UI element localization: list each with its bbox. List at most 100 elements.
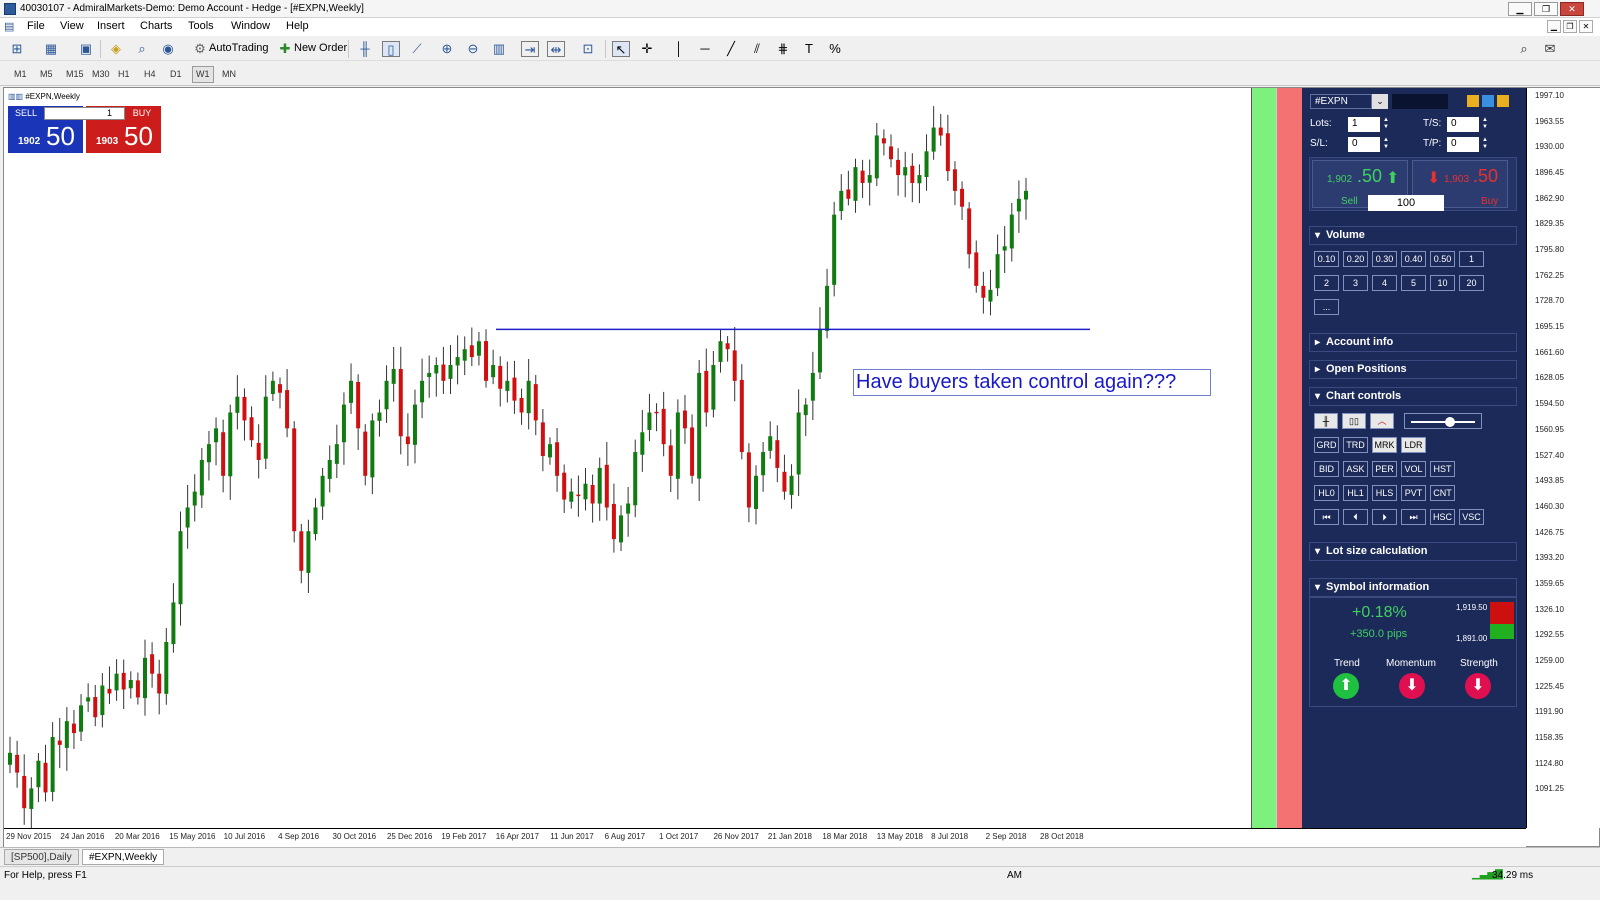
copy-icon[interactable] — [1467, 95, 1479, 107]
autoscroll-icon[interactable]: ⇥ — [521, 41, 539, 57]
settings-icon[interactable] — [1482, 95, 1494, 107]
new-chart-icon[interactable]: ⊞ — [8, 41, 26, 57]
navigator-icon[interactable]: ◈ — [107, 41, 125, 57]
line-chart-icon[interactable]: ⟋ — [408, 41, 426, 57]
volume-button[interactable]: 0.50 — [1430, 251, 1455, 267]
ts-stepper[interactable]: ▲ ▼ — [1481, 117, 1489, 132]
timeframe-d1[interactable]: D1 — [166, 66, 186, 83]
menu-window[interactable]: Window — [231, 20, 270, 32]
volume-button[interactable]: 20 — [1459, 275, 1484, 291]
expand-icon[interactable] — [1497, 95, 1509, 107]
trendline-icon[interactable]: ╱ — [722, 41, 740, 57]
chart-control-button[interactable]: HST — [1430, 461, 1455, 477]
chart-control-button[interactable]: ⏵ — [1372, 509, 1397, 525]
menu-charts[interactable]: Charts — [140, 20, 172, 32]
one-click-lots-input[interactable]: 1 — [44, 107, 125, 120]
chart-line-icon[interactable]: ︿ — [1370, 413, 1394, 429]
volume-button[interactable]: 4 — [1372, 275, 1397, 291]
signals-icon[interactable]: ◉ — [159, 41, 177, 57]
child-restore-button[interactable]: ❐ — [1563, 20, 1577, 33]
volume-button[interactable]: 2 — [1314, 275, 1339, 291]
timeframe-m15[interactable]: M15 — [62, 66, 88, 83]
menu-file[interactable]: File — [27, 20, 45, 32]
menu-help[interactable]: Help — [286, 20, 309, 32]
maximize-button[interactable]: ❐ — [1534, 2, 1558, 16]
ts-input[interactable]: 0 — [1447, 117, 1479, 132]
chart-control-button[interactable]: ASK — [1343, 461, 1368, 477]
chart-annotation[interactable]: Have buyers taken control again??? — [853, 369, 1211, 396]
bar-chart-icon[interactable]: ╫ — [356, 41, 374, 57]
volume-button[interactable]: 10 — [1430, 275, 1455, 291]
zoom-slider[interactable] — [1404, 413, 1482, 429]
shapes-icon[interactable]: % — [826, 41, 844, 57]
volume-button[interactable]: 0.40 — [1401, 251, 1426, 267]
chart-control-button[interactable]: PVT — [1401, 485, 1426, 501]
volume-button[interactable]: 5 — [1401, 275, 1426, 291]
lots-input[interactable]: 1 — [1348, 117, 1380, 132]
tab-sp500-daily[interactable]: [SP500],Daily — [4, 849, 79, 865]
chart-control-button[interactable]: GRD — [1314, 437, 1339, 453]
chart-control-button[interactable]: VOL — [1401, 461, 1426, 477]
terminal-icon[interactable]: ⌕ — [133, 41, 151, 57]
chart-window[interactable]: ▥▥ #EXPN,Weekly SELL 1902 50 BUY 1903 50… — [3, 87, 1600, 847]
timeframe-w1[interactable]: W1 — [192, 66, 214, 83]
zoom-in-icon[interactable]: ⊕ — [438, 41, 456, 57]
zoom-out-icon[interactable]: ⊖ — [464, 41, 482, 57]
price-scale[interactable]: 1997.10 1963.55 1930.00 1896.45 1862.90 1829.… — [1526, 88, 1600, 828]
tp-stepper[interactable]: ▲ ▼ — [1481, 137, 1489, 152]
section-open-positions[interactable]: Open Positions — [1309, 360, 1517, 379]
volume-button[interactable]: ... — [1314, 299, 1339, 315]
chat-icon[interactable]: ✉ — [1541, 41, 1559, 57]
volume-button[interactable]: 0.10 — [1314, 251, 1339, 267]
channel-icon[interactable]: ⫽ — [748, 41, 766, 57]
volume-button[interactable]: 0.20 — [1343, 251, 1368, 267]
autotrading-button[interactable]: AutoTrading — [209, 42, 269, 54]
tile-windows-icon[interactable]: ▥ — [490, 41, 508, 57]
crosshair-icon[interactable]: ✛ — [638, 41, 656, 57]
price-chart[interactable] — [4, 88, 1254, 828]
section-chart-controls[interactable]: Chart controls — [1309, 387, 1517, 406]
document-icon[interactable]: ▤ — [4, 20, 14, 33]
sl-stepper[interactable]: ▲ ▼ — [1382, 137, 1390, 152]
chart-bars-icon[interactable]: ╫ — [1314, 413, 1338, 429]
menu-tools[interactable]: Tools — [188, 20, 214, 32]
text-icon[interactable]: T — [800, 41, 818, 57]
chart-control-button[interactable]: HL1 — [1343, 485, 1368, 501]
profiles-icon[interactable]: ▦ — [42, 41, 60, 57]
chart-candles-icon[interactable]: ▯▯ — [1342, 413, 1366, 429]
market-watch-icon[interactable]: ▣ — [77, 41, 95, 57]
timeframe-m5[interactable]: M5 — [36, 66, 57, 83]
new-order-icon[interactable]: ✚ — [276, 41, 294, 57]
chart-control-button[interactable]: ⏴ — [1343, 509, 1368, 525]
volume-button[interactable]: 1 — [1459, 251, 1484, 267]
symbol-select[interactable]: #EXPN — [1310, 94, 1372, 109]
sl-input[interactable]: 0 — [1348, 137, 1380, 152]
volume-button[interactable]: 0.30 — [1372, 251, 1397, 267]
lots-stepper[interactable]: ▲ ▼ — [1382, 117, 1390, 132]
section-lot-size[interactable]: Lot size calculation — [1309, 542, 1517, 561]
symbol-search-box[interactable] — [1392, 94, 1448, 109]
search-icon[interactable]: ⌕ — [1515, 41, 1533, 57]
chart-control-button[interactable]: BID — [1314, 461, 1339, 477]
chart-shift-icon[interactable]: ⇹ — [547, 41, 565, 57]
fibonacci-icon[interactable]: ⋕ — [774, 41, 792, 57]
section-volume[interactable]: Volume — [1309, 226, 1517, 245]
timeframe-h1[interactable]: H1 — [114, 66, 134, 83]
autotrading-icon[interactable]: ⚙ — [191, 41, 209, 57]
cursor-icon[interactable]: ↖ — [612, 41, 630, 57]
vertical-line-icon[interactable]: │ — [670, 41, 688, 57]
tab-expn-weekly[interactable]: #EXPN,Weekly — [82, 849, 165, 865]
time-scale[interactable]: 29 Nov 2015 24 Jan 2016 20 Mar 2016 15 May … — [4, 828, 1526, 847]
chart-control-button[interactable]: MRK — [1372, 437, 1397, 453]
section-symbol-info[interactable]: Symbol information — [1309, 578, 1517, 597]
child-close-button[interactable]: ✕ — [1579, 20, 1593, 33]
tp-input[interactable]: 0 — [1447, 137, 1479, 152]
slider-thumb[interactable] — [1445, 417, 1455, 427]
chart-control-button[interactable]: HSC — [1430, 509, 1455, 525]
chart-control-button[interactable]: PER — [1372, 461, 1397, 477]
volume-button[interactable]: 3 — [1343, 275, 1368, 291]
timeframe-m1[interactable]: M1 — [10, 66, 31, 83]
new-order-button[interactable]: New Order — [294, 42, 347, 54]
timeframe-m30[interactable]: M30 — [88, 66, 114, 83]
chart-control-button[interactable]: LDR — [1401, 437, 1426, 453]
